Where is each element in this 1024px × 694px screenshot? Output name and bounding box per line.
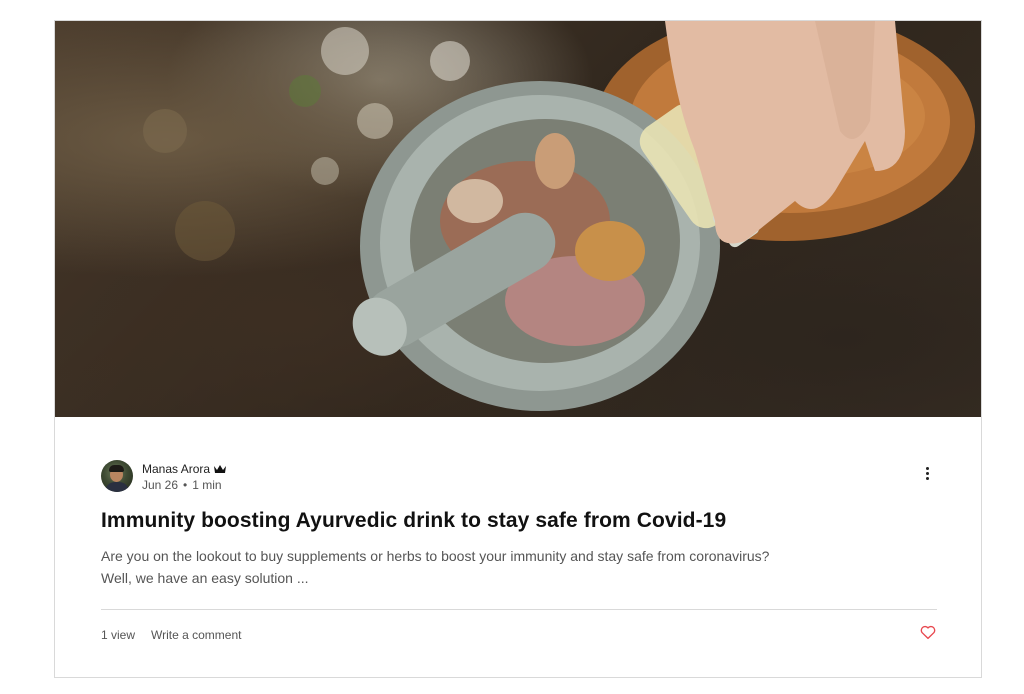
cover-image[interactable] [55,21,981,417]
divider [101,609,937,610]
post-title[interactable]: Immunity boosting Ayurvedic drink to sta… [101,509,726,533]
cover-illustration [143,21,975,411]
author-row: Manas Arora Jun 26 • 1 min [101,459,937,493]
more-options-icon[interactable] [923,465,931,483]
post-excerpt[interactable]: Are you on the lookout to buy supplement… [101,545,861,589]
excerpt-line-2: Well, we have an easy solution ... [101,570,309,586]
write-comment-link[interactable]: Write a comment [151,628,241,642]
crown-icon [214,465,227,473]
post-stats: 1 view Write a comment [101,628,241,642]
avatar[interactable] [101,460,133,492]
post-content: Manas Arora Jun 26 • 1 min Immunity boosti… [101,459,937,642]
post-meta: Jun 26 • 1 min [142,478,222,492]
read-time: 1 min [192,478,222,492]
author-name[interactable]: Manas Arora [142,462,210,476]
author-name-row[interactable]: Manas Arora [142,462,227,476]
post-date: Jun 26 [142,478,179,492]
meta-separator: • [183,478,188,492]
blog-post-card[interactable]: Manas Arora Jun 26 • 1 min Immunity boosti… [54,20,982,678]
heart-icon[interactable] [919,623,937,641]
excerpt-line-1: Are you on the lookout to buy supplement… [101,548,770,564]
view-count: 1 view [101,628,136,642]
